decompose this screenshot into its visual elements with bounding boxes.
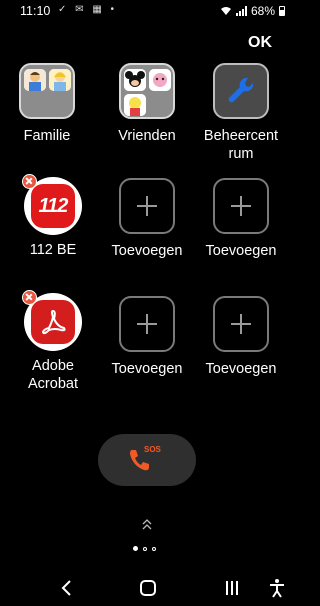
plus-icon — [119, 296, 175, 352]
contact-thumbnail — [148, 69, 171, 91]
acrobat-inner — [31, 300, 75, 344]
add-tile[interactable]: Toevoegen — [194, 296, 288, 378]
status-right: 68% — [220, 4, 285, 18]
tile-label: Toevoegen — [111, 361, 183, 377]
status-time: 11:10 — [20, 4, 51, 18]
app-adobe-acrobat[interactable]: Adobe Acrobat — [6, 290, 100, 393]
plus-icon — [119, 178, 175, 234]
empty-slot — [149, 94, 171, 116]
chevron-up-icon[interactable] — [140, 516, 154, 534]
tile-label: Toevoegen — [111, 243, 183, 259]
page-indicator — [133, 546, 156, 551]
tile-label: Vrienden — [118, 128, 176, 144]
tile-label: Adobe Acrobat — [28, 358, 78, 392]
folder-vrienden[interactable]: Vrienden — [100, 63, 194, 145]
add-tile[interactable]: Toevoegen — [194, 178, 288, 260]
sos-button[interactable]: SOS — [98, 434, 196, 486]
app-icon-112: 112 — [22, 174, 82, 235]
contact-thumbnail — [23, 69, 46, 91]
contact-thumbnail — [123, 94, 146, 116]
signal-icon — [235, 6, 247, 16]
remove-icon[interactable] — [22, 174, 37, 189]
status-bar: 11:10 ✓ ✉ ▦ • 68% — [0, 0, 295, 22]
home-icon[interactable] — [135, 576, 161, 600]
wifi-icon — [220, 7, 231, 15]
recent-apps-icon[interactable] — [219, 576, 245, 600]
plus-icon — [213, 178, 269, 234]
add-tile[interactable]: Toevoegen — [100, 178, 194, 260]
page-dot — [133, 546, 138, 551]
tile-label: Toevoegen — [205, 361, 277, 377]
settings-tile[interactable]: Beheercent rum — [194, 63, 288, 163]
notification-icons: ✓ ✉ ▦ • — [58, 4, 118, 15]
folder-familie[interactable]: Familie — [0, 63, 94, 145]
tile-label: 112 BE — [29, 242, 77, 258]
page-dot — [143, 546, 147, 551]
remove-icon[interactable] — [22, 290, 37, 305]
app-112-text: 112 — [38, 194, 69, 217]
tile-label: Beheercent rum — [203, 128, 279, 162]
add-tile[interactable]: Toevoegen — [100, 296, 194, 378]
contact-thumbnail — [48, 69, 71, 91]
page-dot — [152, 546, 156, 551]
contact-thumbnail — [123, 69, 146, 91]
sos-label: SOS — [144, 445, 161, 454]
battery-percent: 68% — [250, 4, 275, 18]
navigation-bar — [0, 570, 295, 606]
tile-label: Familie — [23, 128, 71, 144]
tile-label: Toevoegen — [205, 243, 277, 259]
folder-icon — [19, 63, 75, 119]
acrobat-icon — [41, 309, 66, 335]
back-icon[interactable] — [54, 576, 80, 600]
app-icon-acrobat — [22, 290, 82, 351]
wrench-icon — [228, 77, 254, 103]
ok-button[interactable]: OK — [240, 31, 280, 55]
folder-icon — [119, 63, 175, 119]
app-112-inner: 112 — [31, 184, 75, 228]
settings-app-icon — [213, 63, 269, 119]
accessibility-icon[interactable] — [264, 576, 290, 600]
plus-icon — [213, 296, 269, 352]
battery-icon — [279, 6, 285, 16]
app-112-be[interactable]: 112 112 BE — [6, 174, 100, 259]
